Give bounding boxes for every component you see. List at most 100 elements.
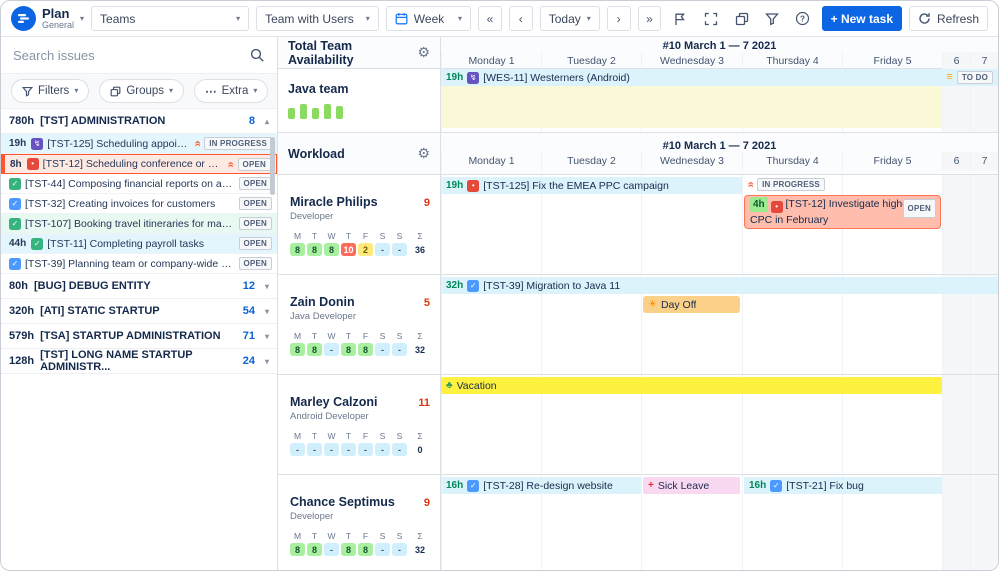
refresh-button[interactable]: Refresh <box>909 6 988 31</box>
bar-label: [WES-11] Westerners (Android) <box>483 72 630 84</box>
refresh-label: Refresh <box>937 12 979 26</box>
status-badge: OPEN <box>903 199 936 218</box>
day-header: 6 <box>942 152 970 171</box>
prev-period-button[interactable]: ‹ <box>509 6 533 31</box>
task-label: [TST-12] Scheduling conference or meetin… <box>43 158 224 170</box>
next-period-button[interactable]: › <box>607 6 631 31</box>
gear-icon[interactable]: ⚙ <box>417 145 430 162</box>
task-bar[interactable]: 16h ✓ [TST-21] Fix bug <box>744 477 942 494</box>
project-hours: 780h <box>9 115 34 127</box>
team-task-bar[interactable]: 19h ↯ [WES-11] Westerners (Android) ≡ TO… <box>441 69 998 86</box>
team-availability-row: Java team 19h ↯ [WES-11] Westerners (And… <box>278 69 998 133</box>
chevron-down-icon: ▾ <box>169 87 173 95</box>
jump-forward-button[interactable]: » <box>638 6 662 31</box>
task-row[interactable]: 44h ✓ [TST-11] Completing payroll tasks … <box>1 234 277 254</box>
app-title: Plan <box>42 7 74 21</box>
app-logo[interactable]: Plan General ▾ <box>11 6 84 31</box>
project-hours: 128h <box>9 355 34 367</box>
project-group-header[interactable]: 80h [BUG] DEBUG ENTITY 12 ▾ <box>1 274 277 299</box>
project-group-header[interactable]: 579h [TSA] STARTUP ADMINISTRATION 71 ▾ <box>1 324 277 349</box>
task-icon: ✓ <box>9 258 21 270</box>
task-row[interactable]: ✓ [TST-32] Creating invoices for custome… <box>1 194 277 214</box>
team-card[interactable]: Java team <box>278 69 441 132</box>
availability-header: Total Team Availability ⚙ #10 March 1 — … <box>278 37 998 69</box>
chevron-down-icon: ▾ <box>265 307 269 316</box>
user-timeline: 32h ✓ [TST-39] Migration to Java 11 ☀ Da… <box>441 275 998 374</box>
app-subtitle: General <box>42 21 74 30</box>
project-hours: 80h <box>9 280 28 292</box>
task-bar[interactable]: 16h ✓ [TST-28] Re-design website <box>441 477 641 494</box>
user-task-count: 9 <box>424 197 430 209</box>
task-row[interactable]: 19h ↯ [TST-125] Scheduling appointments … <box>1 134 277 154</box>
day-header: Thursday 4 <box>742 152 842 171</box>
task-bar[interactable]: 32h ✓ [TST-39] Migration to Java 11 <box>441 277 998 294</box>
today-button[interactable]: Today ▾ <box>540 6 600 31</box>
availability-title: Total Team Availability <box>288 39 417 67</box>
user-card[interactable]: Zain Donin 5 Java Developer MTWTFSSΣ 88-… <box>278 275 441 374</box>
workload-table: MTWTFSSΣ 88-88--32 <box>290 531 430 556</box>
user-card[interactable]: Chance Septimus 9 Developer MTWTFSSΣ 88-… <box>278 475 441 570</box>
task-row[interactable]: ✓ [TST-44] Composing financial reports o… <box>1 174 277 194</box>
task-bar-overdue[interactable]: OPEN 4h • [TST-12] Investigate higher CP… <box>744 195 941 229</box>
workload-table: MTWTFSSΣ -------0 <box>290 431 430 456</box>
logo-icon <box>11 6 36 31</box>
copy-icon[interactable] <box>730 6 754 31</box>
task-icon: ✓ <box>31 238 43 250</box>
day-header: Monday 1 <box>441 152 541 171</box>
bar-label: [TST-21] Fix bug <box>786 480 864 492</box>
project-group-header[interactable]: 780h [TST] ADMINISTRATION 8 ▴ <box>1 109 277 134</box>
vacation-bar[interactable]: ♣ Vacation <box>441 377 942 394</box>
search-input[interactable] <box>13 48 242 63</box>
project-group-header[interactable]: 128h [TST] LONG NAME STARTUP ADMINISTR..… <box>1 349 277 374</box>
status-badge: IN PROGRESS <box>204 137 272 150</box>
bar-label: Day Off <box>661 299 696 311</box>
bar-label: Sick Leave <box>658 480 709 492</box>
user-role: Developer <box>290 211 430 222</box>
app-window: Plan General ▾ Teams ▾ Team with Users ▾… <box>0 0 999 571</box>
user-name: Miracle Philips <box>290 195 378 209</box>
new-task-button[interactable]: + New task <box>822 6 902 31</box>
gear-icon[interactable]: ⚙ <box>417 44 430 61</box>
search-icon[interactable] <box>250 48 265 63</box>
filters-button[interactable]: Filters ▾ <box>11 79 89 103</box>
extra-button[interactable]: ⋯ Extra ▾ <box>194 79 268 103</box>
teams-select[interactable]: Teams ▾ <box>91 6 249 31</box>
user-card[interactable]: Miracle Philips 9 Developer MTWTFSSΣ 888… <box>278 175 441 274</box>
task-row[interactable]: ✓ [TST-107] Booking travel itineraries f… <box>1 214 277 234</box>
filter-icon[interactable] <box>760 6 784 31</box>
body: Filters ▾ Groups ▾ ⋯ Extra ▾ 780h [TST] … <box>1 37 998 570</box>
priority-highest-icon: « <box>225 161 236 167</box>
task-row-selected[interactable]: 8h • [TST-12] Scheduling conference or m… <box>1 154 277 174</box>
task-bar[interactable]: 19h • [TST-125] Fix the EMEA PPC campaig… <box>441 177 742 194</box>
project-name: [BUG] DEBUG ENTITY <box>34 280 151 292</box>
jump-back-button[interactable]: « <box>478 6 502 31</box>
task-row[interactable]: ✓ [TST-39] Planning team or company-wide… <box>1 254 277 274</box>
bar-label: Vacation <box>457 380 497 392</box>
task-icon: ✓ <box>467 280 479 292</box>
bar-label: [TST-28] Re-design website <box>483 480 613 492</box>
chevron-down-icon: ▾ <box>587 15 591 23</box>
sick-leave-bar[interactable]: + Sick Leave <box>643 477 740 494</box>
sidebar-scrollbar[interactable] <box>270 137 275 195</box>
help-icon[interactable]: ? <box>791 6 815 31</box>
chevron-up-icon: ▴ <box>265 117 269 126</box>
capacity-bars <box>288 103 343 119</box>
status-badge: OPEN <box>239 197 272 210</box>
day-off-bar[interactable]: ☀ Day Off <box>643 296 740 313</box>
fullscreen-icon[interactable] <box>699 6 723 31</box>
timescale-select[interactable]: Week ▾ <box>386 6 471 31</box>
availability-forecast-block[interactable] <box>441 86 942 128</box>
svg-text:?: ? <box>800 14 805 23</box>
task-icon: ✓ <box>9 198 21 210</box>
project-group-header[interactable]: 320h [ATI] STATIC STARTUP 54 ▾ <box>1 299 277 324</box>
project-count: 12 <box>243 280 255 292</box>
view-mode-select[interactable]: Team with Users ▾ <box>256 6 379 31</box>
flag-icon[interactable] <box>668 6 692 31</box>
calendar-icon <box>395 12 408 25</box>
groups-button[interactable]: Groups ▾ <box>99 79 184 103</box>
priority-highest-icon: « <box>745 181 756 187</box>
epic-icon: ↯ <box>467 72 479 84</box>
user-role: Java Developer <box>290 311 430 322</box>
user-card[interactable]: Marley Calzoni 11 Android Developer MTWT… <box>278 375 441 474</box>
workload-values: 88-88--32 <box>290 543 430 556</box>
